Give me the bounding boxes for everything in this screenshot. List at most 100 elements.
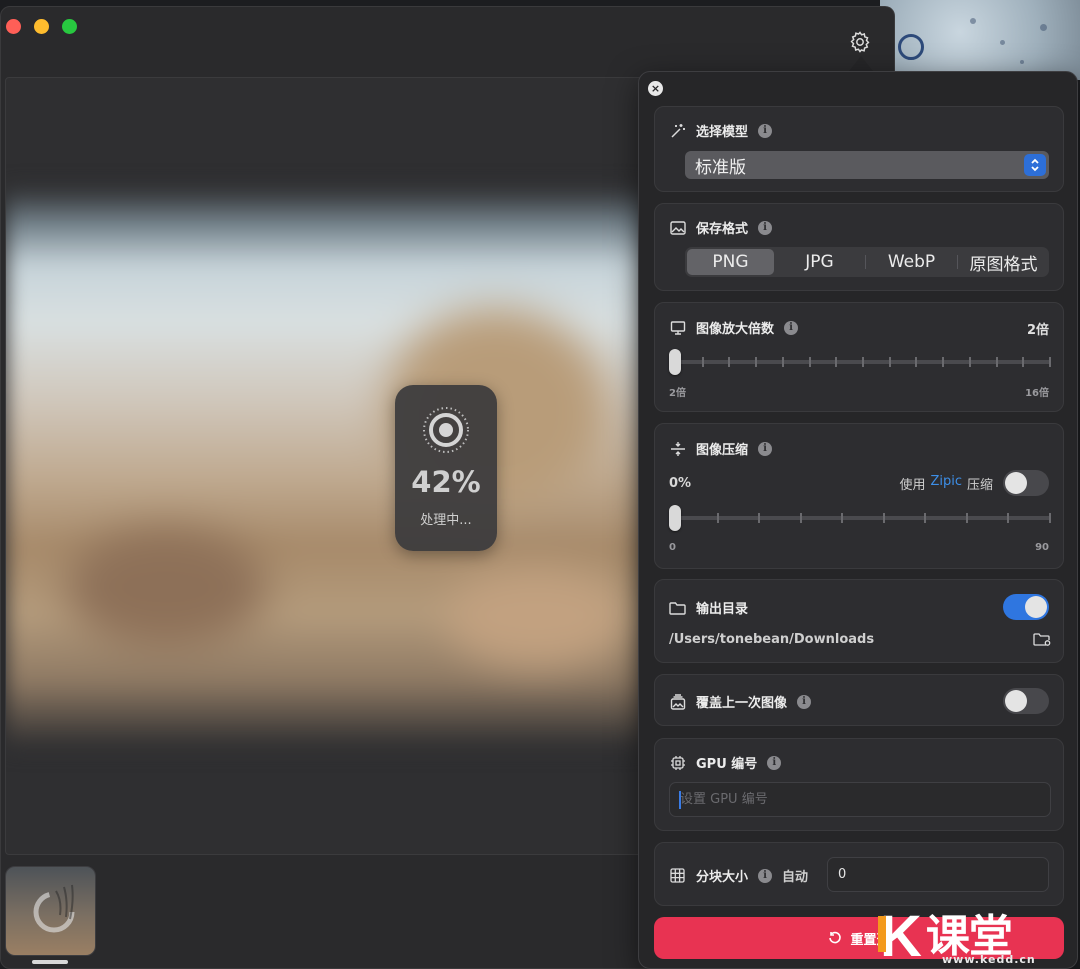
output-path: /Users/tonebean/Downloads xyxy=(669,632,875,647)
slider-tick xyxy=(799,513,802,523)
slider-knob[interactable] xyxy=(669,349,681,375)
zipic-suffix: 压缩 xyxy=(966,478,993,493)
processing-spinner-icon xyxy=(423,407,469,453)
slider-knob[interactable] xyxy=(669,505,681,531)
scale-info-icon[interactable]: i xyxy=(784,320,799,335)
compress-slider[interactable] xyxy=(669,505,1051,531)
slider-tick xyxy=(882,513,885,523)
window-minimize-button[interactable] xyxy=(34,19,49,34)
format-header: 保存格式 i xyxy=(669,218,773,237)
scale-value: 2倍 xyxy=(1026,323,1049,338)
settings-popover: × 选择模型 i 标准版 保存格式 i PNG JPG WebP 原图格式 图像… xyxy=(638,71,1078,969)
overwrite-info-icon[interactable]: i xyxy=(797,694,812,709)
overwrite-card: 覆盖上一次图像 i xyxy=(654,674,1064,726)
gpu-label: GPU 编号 xyxy=(696,757,758,772)
slider-tick xyxy=(965,513,968,523)
slider-tick xyxy=(862,357,864,367)
output-header: 输出目录 xyxy=(669,598,748,617)
format-segmented-control: PNG JPG WebP 原图格式 xyxy=(685,247,1049,277)
progress-card: 42% 处理中... xyxy=(395,385,497,551)
gpu-header: GPU 编号 i xyxy=(669,753,782,772)
folder-icon xyxy=(669,599,686,616)
magic-wand-icon xyxy=(669,122,686,139)
slider-tick xyxy=(781,357,784,367)
gear-icon xyxy=(850,31,870,53)
slider-track xyxy=(669,360,1051,364)
format-option-jpg[interactable]: JPG xyxy=(776,249,863,275)
scale-min-label: 2倍 xyxy=(669,388,686,399)
tile-info-icon[interactable]: i xyxy=(758,868,773,883)
slider-tick xyxy=(1007,513,1010,523)
segment-divider xyxy=(865,255,866,269)
toggle-knob xyxy=(1005,690,1027,712)
model-select[interactable]: 标准版 xyxy=(685,151,1049,179)
image-preview-area: 42% 处理中... xyxy=(5,77,645,855)
stacked-images-icon xyxy=(669,693,686,710)
popover-close-button[interactable]: × xyxy=(648,81,663,96)
overwrite-label: 覆盖上一次图像 xyxy=(696,696,788,711)
overwrite-toggle[interactable] xyxy=(1003,688,1049,714)
reset-icon xyxy=(829,931,842,944)
compress-header: 图像压缩 i xyxy=(669,439,773,458)
format-card: 保存格式 i PNG JPG WebP 原图格式 xyxy=(654,203,1064,291)
format-option-original[interactable]: 原图格式 xyxy=(960,249,1047,275)
compress-label: 图像压缩 xyxy=(696,443,749,458)
window-close-button[interactable] xyxy=(6,19,21,34)
compress-icon xyxy=(669,440,686,457)
tile-auto-label: 自动 xyxy=(782,870,809,885)
settings-button[interactable] xyxy=(847,29,873,55)
thumbnail-spinner-icon xyxy=(33,884,75,933)
toggle-knob xyxy=(1005,472,1027,494)
slider-tick xyxy=(1022,357,1025,367)
choose-folder-button[interactable] xyxy=(1033,632,1051,651)
scale-max-label: 16倍 xyxy=(1025,388,1049,399)
tile-size-input[interactable] xyxy=(827,857,1049,892)
window-maximize-button[interactable] xyxy=(62,19,77,34)
progress-percent: 42% xyxy=(411,465,481,499)
compress-card: 图像压缩 i 0% 使用 Zipic 压缩 0 90 xyxy=(654,423,1064,569)
model-label: 选择模型 xyxy=(696,125,749,140)
compress-info-icon[interactable]: i xyxy=(758,441,773,456)
toggle-knob xyxy=(1025,596,1047,618)
progress-status-text: 处理中... xyxy=(420,513,472,528)
slider-tick xyxy=(835,357,838,367)
thumbnail-selected-indicator xyxy=(32,960,68,964)
chip-icon xyxy=(669,754,686,771)
title-bar xyxy=(1,7,894,77)
gpu-info-icon[interactable]: i xyxy=(767,755,782,770)
format-option-webp[interactable]: WebP xyxy=(868,249,955,275)
slider-tick xyxy=(995,357,998,367)
slider-track xyxy=(669,516,1051,520)
scale-label: 图像放大倍数 xyxy=(696,322,775,337)
format-label: 保存格式 xyxy=(696,222,749,237)
scale-slider[interactable] xyxy=(669,349,1051,375)
slider-tick xyxy=(968,357,971,367)
model-card: 选择模型 i 标准版 xyxy=(654,106,1064,192)
model-info-icon[interactable]: i xyxy=(758,123,773,138)
tile-header: 分块大小 i 自动 xyxy=(669,866,808,885)
output-toggle[interactable] xyxy=(1003,594,1049,620)
watermark-logo: K 课堂 www.kedd.cn xyxy=(878,905,1080,969)
image-thumbnail[interactable] xyxy=(5,866,96,956)
select-chevron-icon xyxy=(1024,154,1046,176)
model-header: 选择模型 i xyxy=(669,121,773,140)
compress-value: 0% xyxy=(669,476,692,491)
blurred-image-preview xyxy=(6,188,644,748)
slider-tick xyxy=(728,357,731,367)
slider-tick xyxy=(758,513,761,523)
format-info-icon[interactable]: i xyxy=(758,220,773,235)
gpu-input[interactable] xyxy=(669,782,1051,817)
scale-header: 图像放大倍数 i xyxy=(669,318,799,337)
gpu-card: GPU 编号 i xyxy=(654,738,1064,831)
popover-arrow xyxy=(849,56,873,71)
tile-label: 分块大小 xyxy=(696,870,749,885)
zipic-toggle[interactable] xyxy=(1003,470,1049,496)
format-option-png[interactable]: PNG xyxy=(687,249,774,275)
text-caret xyxy=(679,791,681,809)
tile-card: 分块大小 i 自动 xyxy=(654,842,1064,906)
slider-tick xyxy=(942,357,945,367)
zipic-link[interactable]: Zipic xyxy=(930,474,962,493)
slider-tick xyxy=(1049,513,1051,523)
slider-tick xyxy=(924,513,927,523)
slider-tick xyxy=(1049,357,1051,367)
